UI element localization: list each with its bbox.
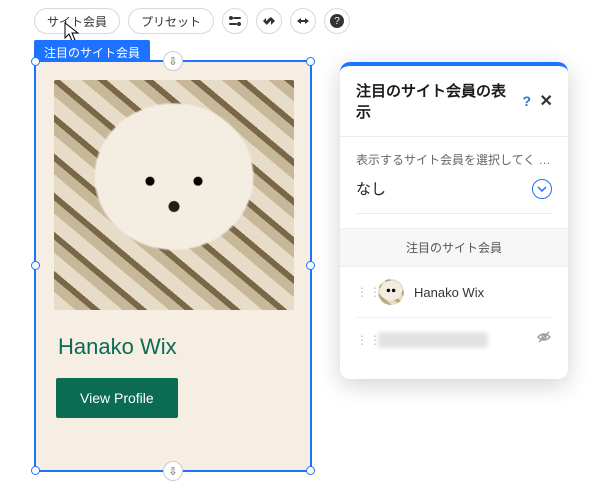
member-list-item[interactable]: ⋮⋮ <box>356 318 552 361</box>
member-card: Hanako Wix View Profile <box>54 80 292 418</box>
resize-handle[interactable] <box>31 466 40 475</box>
member-photo <box>54 80 294 310</box>
panel-header: 注目のサイト会員の表示 ? ✕ <box>340 66 568 137</box>
chevron-down-icon[interactable] <box>532 179 552 199</box>
settings-panel: 注目のサイト会員の表示 ? ✕ 表示するサイト会員を選択してく … なし 注目の… <box>340 62 568 379</box>
resize-handle[interactable] <box>306 57 315 66</box>
attach-bottom-icon[interactable]: ⇩ <box>163 461 183 481</box>
svg-text:?: ? <box>334 16 340 27</box>
members-section-label: 注目のサイト会員 <box>340 228 568 267</box>
presets-button[interactable]: プリセット <box>128 8 214 34</box>
site-members-button[interactable]: サイト会員 <box>34 8 120 34</box>
help-icon[interactable]: ? <box>324 8 350 34</box>
member-list-item[interactable]: ⋮⋮ Hanako Wix <box>356 267 552 318</box>
avatar <box>378 279 404 305</box>
member-row-name-hidden <box>378 332 488 348</box>
panel-help-button[interactable]: ? <box>517 93 537 109</box>
drag-handle-icon[interactable]: ⋮⋮ <box>356 285 368 299</box>
featured-member-widget[interactable]: ⇩ ⇩ Hanako Wix View Profile <box>34 60 312 472</box>
animation-icon[interactable] <box>256 8 282 34</box>
select-value: なし <box>356 178 386 199</box>
resize-handle[interactable] <box>31 261 40 270</box>
view-profile-button[interactable]: View Profile <box>56 378 178 418</box>
settings-toggle-icon[interactable] <box>222 8 248 34</box>
member-row-name: Hanako Wix <box>414 285 484 300</box>
panel-title: 注目のサイト会員の表示 <box>356 80 517 122</box>
member-select[interactable]: なし <box>356 178 552 214</box>
editor-toolbar: サイト会員 プリセット ? <box>34 8 350 34</box>
hidden-icon[interactable] <box>536 330 552 349</box>
resize-handle[interactable] <box>306 466 315 475</box>
stretch-icon[interactable] <box>290 8 316 34</box>
resize-handle[interactable] <box>31 57 40 66</box>
resize-handle[interactable] <box>306 261 315 270</box>
panel-close-button[interactable]: ✕ <box>537 91 557 111</box>
member-name: Hanako Wix <box>58 334 292 360</box>
attach-top-icon[interactable]: ⇩ <box>163 51 183 71</box>
panel-instruction: 表示するサイト会員を選択してく … <box>356 151 552 168</box>
drag-handle-icon[interactable]: ⋮⋮ <box>356 333 368 347</box>
